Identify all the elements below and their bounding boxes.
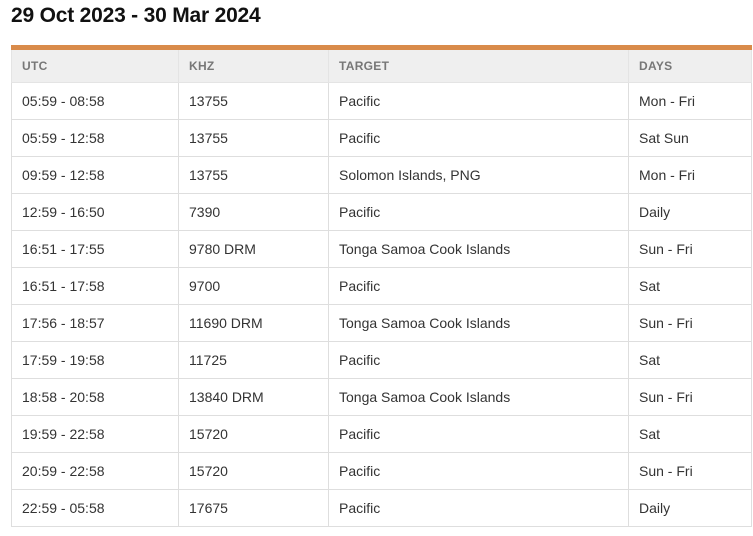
cell-days: Mon - Fri <box>628 156 752 194</box>
cell-khz: 11725 <box>178 341 329 379</box>
cell-days: Daily <box>628 489 752 527</box>
cell-khz: 7390 <box>178 193 329 231</box>
cell-target: Pacific <box>328 341 629 379</box>
cell-khz: 13755 <box>178 119 329 157</box>
cell-target: Pacific <box>328 267 629 305</box>
cell-days: Daily <box>628 193 752 231</box>
table-row: 17:59 - 19:58 11725 Pacific Sat <box>11 341 752 379</box>
cell-target: Pacific <box>328 489 629 527</box>
table-row: 09:59 - 12:58 13755 Solomon Islands, PNG Mo… <box>11 156 752 194</box>
cell-utc: 19:59 - 22:58 <box>11 415 179 453</box>
table-row: 12:59 - 16:50 7390 Pacific Daily <box>11 193 752 231</box>
cell-utc: 18:58 - 20:58 <box>11 378 179 416</box>
schedule-table: UTC KHZ TARGET DAYS 05:59 - 08:58 13755 Pa… <box>11 45 752 527</box>
table-row: 22:59 - 05:58 17675 Pacific Daily <box>11 489 752 527</box>
cell-days: Sat <box>628 267 752 305</box>
cell-target: Tonga Samoa Cook Islands <box>328 378 629 416</box>
table-row: 05:59 - 12:58 13755 Pacific Sat Sun <box>11 119 752 157</box>
cell-days: Sat <box>628 341 752 379</box>
cell-days: Sat Sun <box>628 119 752 157</box>
header-khz: KHZ <box>178 47 329 83</box>
table-row: 20:59 - 22:58 15720 Pacific Sun - Fri <box>11 452 752 490</box>
header-days: DAYS <box>628 47 752 83</box>
table-row: 18:58 - 20:58 13840 DRM Tonga Samoa Cook I… <box>11 378 752 416</box>
cell-khz: 15720 <box>178 415 329 453</box>
cell-target: Pacific <box>328 119 629 157</box>
cell-days: Sun - Fri <box>628 378 752 416</box>
cell-days: Sun - Fri <box>628 304 752 342</box>
page-title: 29 Oct 2023 - 30 Mar 2024 <box>11 4 261 27</box>
table-row: 16:51 - 17:58 9700 Pacific Sat <box>11 267 752 305</box>
cell-khz: 13755 <box>178 82 329 120</box>
cell-target: Pacific <box>328 82 629 120</box>
cell-utc: 09:59 - 12:58 <box>11 156 179 194</box>
cell-days: Sun - Fri <box>628 230 752 268</box>
header-utc: UTC <box>11 47 179 83</box>
cell-khz: 11690 DRM <box>178 304 329 342</box>
cell-utc: 17:59 - 19:58 <box>11 341 179 379</box>
cell-utc: 16:51 - 17:55 <box>11 230 179 268</box>
cell-target: Pacific <box>328 415 629 453</box>
table-row: 19:59 - 22:58 15720 Pacific Sat <box>11 415 752 453</box>
cell-khz: 13840 DRM <box>178 378 329 416</box>
cell-khz: 9700 <box>178 267 329 305</box>
header-row: UTC KHZ TARGET DAYS <box>11 47 752 83</box>
cell-target: Solomon Islands, PNG <box>328 156 629 194</box>
cell-target: Pacific <box>328 193 629 231</box>
cell-khz: 9780 DRM <box>178 230 329 268</box>
table-header: UTC KHZ TARGET DAYS <box>11 47 752 83</box>
cell-utc: 20:59 - 22:58 <box>11 452 179 490</box>
cell-target: Tonga Samoa Cook Islands <box>328 230 629 268</box>
cell-utc: 16:51 - 17:58 <box>11 267 179 305</box>
header-target: TARGET <box>328 47 629 83</box>
cell-khz: 15720 <box>178 452 329 490</box>
cell-utc: 17:56 - 18:57 <box>11 304 179 342</box>
cell-target: Tonga Samoa Cook Islands <box>328 304 629 342</box>
table-row: 16:51 - 17:55 9780 DRM Tonga Samoa Cook Is… <box>11 230 752 268</box>
cell-utc: 22:59 - 05:58 <box>11 489 179 527</box>
cell-utc: 05:59 - 08:58 <box>11 82 179 120</box>
cell-days: Sun - Fri <box>628 452 752 490</box>
cell-khz: 17675 <box>178 489 329 527</box>
cell-target: Pacific <box>328 452 629 490</box>
table-row: 17:56 - 18:57 11690 DRM Tonga Samoa Cook I… <box>11 304 752 342</box>
table-body: 05:59 - 08:58 13755 Pacific Mon - Fri 05:59 … <box>11 82 752 527</box>
cell-khz: 13755 <box>178 156 329 194</box>
cell-utc: 05:59 - 12:58 <box>11 119 179 157</box>
table-row: 05:59 - 08:58 13755 Pacific Mon - Fri <box>11 82 752 120</box>
cell-days: Sat <box>628 415 752 453</box>
cell-utc: 12:59 - 16:50 <box>11 193 179 231</box>
cell-days: Mon - Fri <box>628 82 752 120</box>
